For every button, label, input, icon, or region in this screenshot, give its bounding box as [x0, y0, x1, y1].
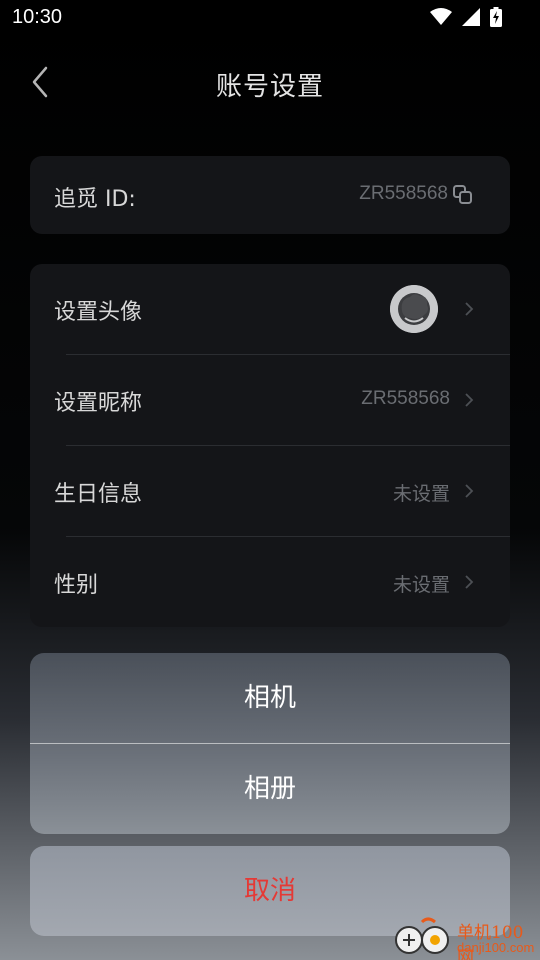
row-nickname[interactable]: 设置昵称 ZR558568: [30, 355, 510, 445]
status-bar: 10:30: [0, 0, 540, 36]
status-time: 10:30: [12, 6, 63, 28]
battery-charging-icon: [490, 7, 502, 27]
id-value: ZR558568: [359, 183, 448, 204]
chevron-right-icon: [464, 301, 474, 317]
signal-icon: [462, 8, 480, 26]
row-value: ZR558568: [361, 388, 450, 409]
page-title: 账号设置: [215, 72, 324, 102]
avatar: [390, 285, 438, 333]
row-value: 未设置: [392, 574, 450, 596]
chevron-right-icon: [464, 392, 474, 408]
action-sheet: 相机 相册: [30, 653, 510, 834]
row-avatar[interactable]: 设置头像: [30, 264, 510, 354]
row-gender[interactable]: 性别 未设置: [30, 537, 510, 627]
id-label: 追觅 ID:: [54, 187, 136, 212]
chevron-right-icon: [464, 574, 474, 590]
status-icons: [430, 7, 502, 27]
camera-button[interactable]: 相机: [30, 653, 510, 743]
row-label: 性别: [54, 573, 99, 598]
profile-card: 设置头像 设置昵称 ZR558568 生日信息 未设置 性别 未设置: [30, 264, 510, 627]
row-label: 生日信息: [54, 482, 143, 507]
row-value: 未设置: [392, 483, 450, 505]
wifi-icon: [430, 8, 452, 26]
chevron-right-icon: [464, 483, 474, 499]
id-card: 追觅 ID: ZR558568: [30, 156, 510, 234]
watermark: 单机100网 danji100.com: [395, 916, 540, 960]
row-label: 设置昵称: [54, 391, 143, 416]
album-button[interactable]: 相册: [30, 744, 510, 834]
watermark-url: danji100.com: [457, 940, 535, 955]
row-birthday[interactable]: 生日信息 未设置: [30, 446, 510, 536]
copy-icon[interactable]: [452, 184, 474, 206]
header: 账号设置: [0, 50, 540, 114]
row-label: 设置头像: [54, 300, 143, 325]
watermark-logo-icon: [395, 917, 449, 954]
